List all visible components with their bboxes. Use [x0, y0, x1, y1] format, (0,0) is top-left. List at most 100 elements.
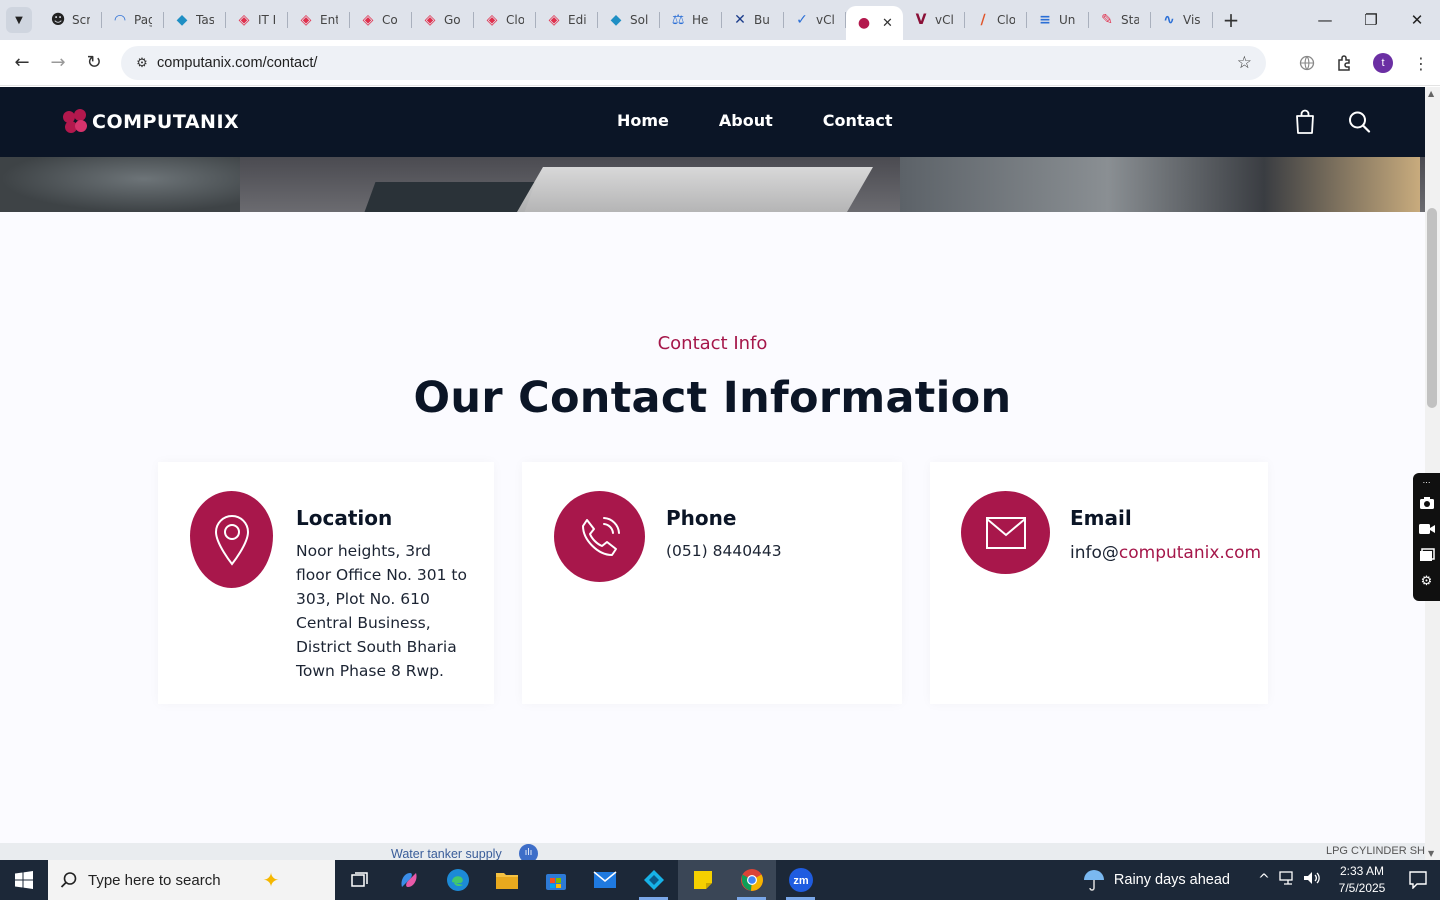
zoom-app-icon[interactable]: zm: [776, 860, 825, 900]
browser-tab-active[interactable]: ● ✕: [846, 6, 903, 40]
header-actions: [1293, 109, 1371, 135]
email-prefix: info@: [1070, 543, 1119, 563]
edge-browser-icon[interactable]: [433, 860, 482, 900]
browser-tab[interactable]: VvCl: [903, 0, 965, 40]
shopping-bag-icon[interactable]: [1293, 109, 1317, 135]
diamond-icon: ◈: [238, 12, 250, 28]
settings-gear-icon[interactable]: ⚙: [1418, 571, 1436, 591]
tab-title: Un: [1059, 13, 1076, 27]
brand-name: COMPUTANIX: [92, 111, 240, 133]
browser-tab[interactable]: ✎ Sta: [1089, 0, 1151, 40]
browser-tab[interactable]: ✕ Bu: [722, 0, 784, 40]
browser-tab[interactable]: ≡ Un: [1027, 0, 1089, 40]
reload-icon[interactable]: ↻: [76, 45, 112, 81]
scrollbar-thumb[interactable]: [1427, 208, 1437, 408]
notification-center-icon[interactable]: [1396, 860, 1440, 900]
video-icon[interactable]: [1418, 519, 1436, 539]
browser-tab[interactable]: ◈ Edi: [536, 0, 598, 40]
windows-start-icon[interactable]: [0, 860, 48, 900]
browser-tab[interactable]: ⚖ He: [660, 0, 722, 40]
back-icon[interactable]: ←: [4, 45, 40, 81]
scroll-up-icon[interactable]: ▲: [1428, 89, 1434, 98]
copilot-icon[interactable]: [384, 860, 433, 900]
url-text[interactable]: computanix.com/contact/: [157, 55, 317, 71]
scale-icon: ⚖: [671, 12, 685, 28]
nav-link-home[interactable]: Home: [617, 111, 669, 130]
clock-date: 7/5/2025: [1338, 881, 1386, 895]
volume-icon[interactable]: [1300, 871, 1324, 889]
taskbar-search-box[interactable]: Type here to search ✦: [48, 860, 335, 900]
tab-search-icon[interactable]: ▼: [6, 7, 32, 33]
forward-icon[interactable]: →: [40, 45, 76, 81]
browser-tab[interactable]: ∕ Clo: [965, 0, 1027, 40]
map-pin-icon[interactable]: ılı: [519, 844, 538, 860]
toolbar-right-icons: t ⋮: [1288, 40, 1440, 86]
translate-icon[interactable]: [1288, 44, 1326, 82]
task-view-icon[interactable]: [335, 860, 384, 900]
nav-link-about[interactable]: About: [719, 111, 773, 130]
map-place-label[interactable]: Water tanker supply: [391, 847, 502, 860]
scroll-down-icon[interactable]: ▼: [1428, 849, 1434, 858]
tab-title: Vis: [1183, 13, 1201, 27]
browser-tab[interactable]: ◈ IT I: [226, 0, 288, 40]
window-capture-icon[interactable]: [1418, 545, 1436, 565]
diamond-icon: ◈: [424, 12, 436, 28]
search-icon[interactable]: [1347, 109, 1371, 135]
site-info-icon[interactable]: ⚙: [127, 56, 157, 71]
close-tab-icon[interactable]: ✕: [882, 16, 893, 31]
email-domain[interactable]: computanix.com: [1119, 543, 1261, 563]
browser-tab[interactable]: ◆ Sol: [598, 0, 660, 40]
weather-text: Rainy days ahead: [1113, 872, 1230, 888]
page-viewport: COMPUTANIX Home About Contact Contact In…: [0, 87, 1425, 843]
tab-title: Tas: [196, 13, 214, 27]
file-explorer-icon[interactable]: [482, 860, 531, 900]
browser-menu-icon[interactable]: ⋮: [1402, 44, 1440, 82]
bookmark-star-icon[interactable]: ☆: [1237, 53, 1252, 73]
browser-tab[interactable]: ◈ Go: [412, 0, 474, 40]
logo-mark-icon: [62, 109, 88, 135]
show-hidden-icons-chevron-icon[interactable]: ^: [1252, 872, 1276, 888]
microsoft-store-icon[interactable]: [531, 860, 580, 900]
weather-widget[interactable]: Rainy days ahead: [1082, 868, 1230, 892]
diamond-icon: ◈: [486, 12, 498, 28]
browser-tab[interactable]: ∿ Vis: [1151, 0, 1213, 40]
section-title: Our Contact Information: [413, 373, 1012, 423]
close-window-icon[interactable]: ✕: [1394, 0, 1440, 40]
sticky-notes-icon[interactable]: [678, 860, 727, 900]
tab-title: He: [692, 13, 709, 27]
pagespeed-icon: ◠: [114, 12, 126, 28]
nav-link-contact[interactable]: Contact: [823, 111, 893, 130]
mail-app-icon[interactable]: [580, 860, 629, 900]
diamond-icon: ◈: [300, 12, 312, 28]
browser-tab[interactable]: ✓ vCl: [784, 0, 846, 40]
browser-tab[interactable]: ◠ Pag: [102, 0, 164, 40]
email-address[interactable]: info@computanix.com: [1070, 541, 1261, 565]
address-bar[interactable]: ⚙ computanix.com/contact/ ☆: [121, 46, 1266, 80]
system-clock[interactable]: 2:33 AM 7/5/2025: [1328, 863, 1396, 897]
kodi-app-icon[interactable]: [629, 860, 678, 900]
browser-tab-strip: ▼ ☻ Scr ◠ Pag ◆ Tas ◈ IT I ◈ Ent ◈ Co ◈ Go ◈ Clo ◈ Edi ◆ So…: [0, 0, 1440, 40]
browser-tab[interactable]: ◈ Co: [350, 0, 412, 40]
clock-time: 2:33 AM: [1339, 864, 1385, 878]
browser-tab[interactable]: ◈ Ent: [288, 0, 350, 40]
window-controls: — ❐ ✕: [1302, 0, 1440, 40]
widget-handle-icon[interactable]: ⋯: [1418, 477, 1436, 487]
minimize-icon[interactable]: —: [1302, 0, 1348, 40]
address-line: Central Business,: [296, 614, 431, 632]
docs-icon: ≡: [1039, 12, 1051, 28]
browser-tab[interactable]: ◆ Tas: [164, 0, 226, 40]
tab-title: Co: [382, 13, 398, 27]
browser-toolbar: ← → ↻ ⚙ computanix.com/contact/ ☆ t ⋮: [0, 40, 1440, 86]
map-embed[interactable]: Water tanker supply ılı LPG CYLINDER SH: [0, 843, 1425, 860]
restore-icon[interactable]: ❐: [1348, 0, 1394, 40]
network-icon[interactable]: [1276, 871, 1300, 889]
camera-icon[interactable]: [1418, 493, 1436, 513]
browser-tab[interactable]: ◈ Clo: [474, 0, 536, 40]
browser-tab[interactable]: ☻ Scr: [40, 0, 102, 40]
extensions-icon[interactable]: [1326, 44, 1364, 82]
chrome-browser-icon[interactable]: [727, 860, 776, 900]
site-logo[interactable]: COMPUTANIX: [62, 109, 239, 135]
phone-number[interactable]: (051) 8440443: [666, 539, 782, 563]
profile-avatar[interactable]: t: [1364, 44, 1402, 82]
new-tab-button[interactable]: +: [1217, 6, 1245, 34]
